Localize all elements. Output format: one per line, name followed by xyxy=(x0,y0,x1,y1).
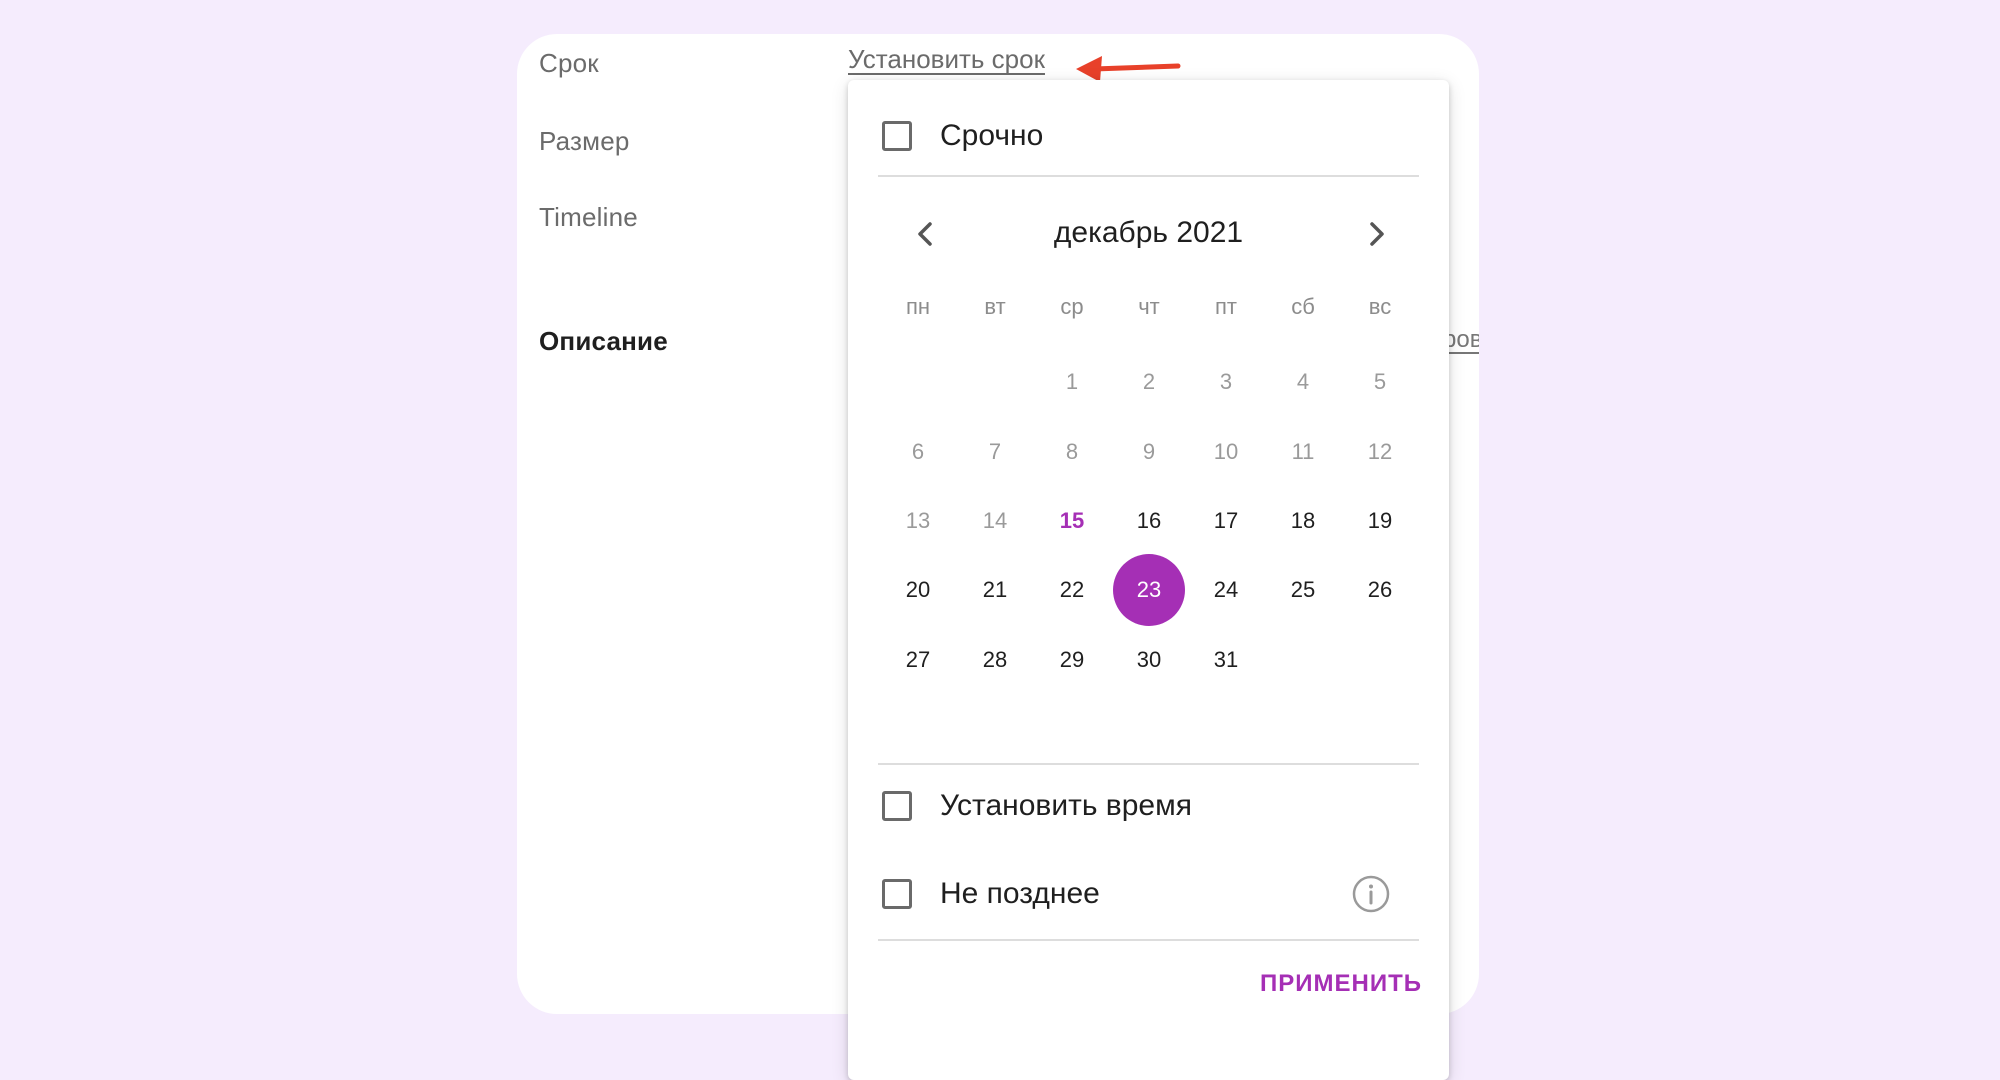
calendar-day[interactable]: 25 xyxy=(1267,554,1339,626)
calendar-day[interactable]: 10 xyxy=(1190,416,1262,488)
urgent-label: Срочно xyxy=(940,119,1044,152)
calendar-day[interactable]: 4 xyxy=(1267,346,1339,418)
set-time-checkbox[interactable] xyxy=(882,791,912,821)
divider xyxy=(878,175,1419,177)
calendar-day[interactable]: 27 xyxy=(882,624,954,696)
calendar-day[interactable]: 2 xyxy=(1113,346,1185,418)
calendar-day[interactable]: 13 xyxy=(882,485,954,557)
weekday-label: пн xyxy=(905,294,931,319)
arrow-left-icon xyxy=(1076,56,1181,82)
calendar-day[interactable]: 30 xyxy=(1113,624,1185,696)
weekday-label: чт xyxy=(1138,294,1160,319)
size-label: Размер xyxy=(539,126,630,156)
deadline-label: Срок xyxy=(539,48,599,78)
not-later-row[interactable]: Не позднее xyxy=(882,874,1100,914)
date-picker-popup: Срочно декабрь 2021 пн вт ср чт пт сб вс 12345… xyxy=(848,80,1449,1080)
calendar-day[interactable]: 3 xyxy=(1190,346,1262,418)
weekday-label: вт xyxy=(984,294,1006,319)
calendar-day[interactable]: 22 xyxy=(1036,554,1108,626)
calendar-day[interactable]: 31 xyxy=(1190,624,1262,696)
calendar-day[interactable]: 26 xyxy=(1344,554,1416,626)
timeline-label: Timeline xyxy=(539,202,638,232)
weekday-label: ср xyxy=(1060,294,1084,319)
calendar-day[interactable]: 18 xyxy=(1267,485,1339,557)
set-deadline-link[interactable]: Установить срок xyxy=(848,44,1045,75)
calendar-day[interactable]: 5 xyxy=(1344,346,1416,418)
calendar-day[interactable]: 14 xyxy=(959,485,1031,557)
calendar-day[interactable]: 29 xyxy=(1036,624,1108,696)
calendar-day[interactable]: 19 xyxy=(1344,485,1416,557)
description-label: Описание xyxy=(539,326,668,356)
calendar-day[interactable]: 11 xyxy=(1267,416,1339,488)
calendar-day[interactable]: 21 xyxy=(959,554,1031,626)
calendar-day[interactable]: 6 xyxy=(882,416,954,488)
weekday-label: вс xyxy=(1368,294,1392,319)
chevron-right-icon[interactable] xyxy=(1354,212,1398,256)
calendar-day[interactable]: 12 xyxy=(1344,416,1416,488)
divider xyxy=(878,939,1419,941)
apply-button[interactable]: ПРИМЕНИТЬ xyxy=(1260,970,1422,998)
calendar-day[interactable]: 28 xyxy=(959,624,1031,696)
weekday-label: сб xyxy=(1291,294,1315,319)
not-later-label: Не позднее xyxy=(940,877,1100,910)
calendar-day[interactable]: 7 xyxy=(959,416,1031,488)
info-icon[interactable] xyxy=(1351,874,1391,914)
urgent-checkbox[interactable] xyxy=(882,121,912,151)
set-time-label: Установить время xyxy=(940,789,1192,822)
calendar-day[interactable]: 1 xyxy=(1036,346,1108,418)
calendar-day[interactable]: 16 xyxy=(1113,485,1185,557)
divider xyxy=(878,763,1419,765)
calendar-day[interactable]: 24 xyxy=(1190,554,1262,626)
calendar-day[interactable]: 20 xyxy=(882,554,954,626)
not-later-checkbox[interactable] xyxy=(882,879,912,909)
set-time-row[interactable]: Установить время xyxy=(882,786,1192,826)
calendar-day-today[interactable]: 15 xyxy=(1036,485,1108,557)
weekday-label: пт xyxy=(1215,294,1237,319)
calendar-day-selected[interactable]: 23 xyxy=(1113,554,1185,626)
calendar-day[interactable]: 17 xyxy=(1190,485,1262,557)
calendar-day[interactable]: 9 xyxy=(1113,416,1185,488)
calendar-day[interactable]: 8 xyxy=(1036,416,1108,488)
urgent-row[interactable]: Срочно xyxy=(882,116,1043,156)
